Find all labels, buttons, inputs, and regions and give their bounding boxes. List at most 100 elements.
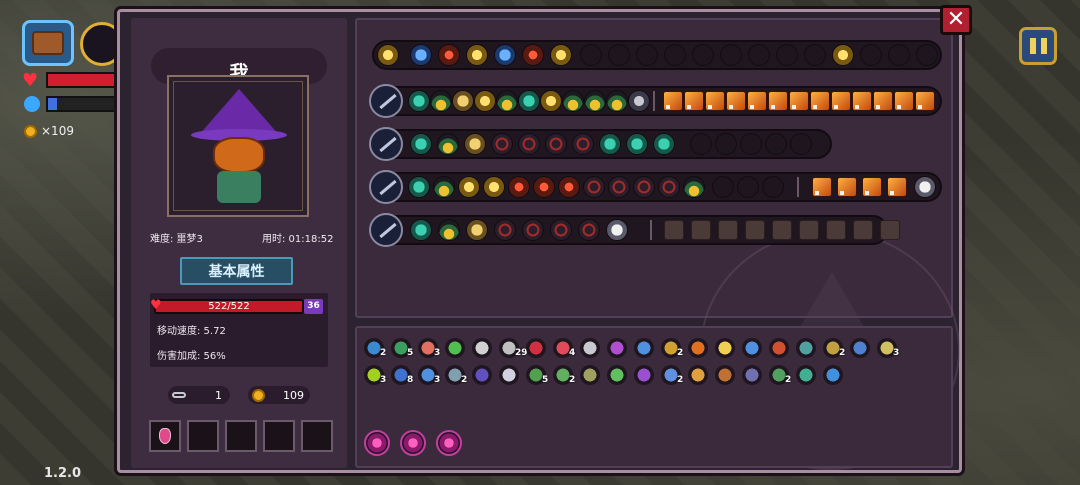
skill-chip[interactable] <box>433 176 455 198</box>
skill-chip[interactable] <box>410 133 432 155</box>
skill-card[interactable] <box>837 177 857 197</box>
skill-chip[interactable] <box>496 90 518 112</box>
relic-icon[interactable] <box>522 44 544 66</box>
relic-icon[interactable] <box>494 44 516 66</box>
relic-icon[interactable] <box>466 44 488 66</box>
close-button[interactable]: ✕ <box>940 5 972 35</box>
empty-relic-slot[interactable] <box>692 44 714 66</box>
skill-chip[interactable] <box>458 176 480 198</box>
skill-chip[interactable] <box>518 133 540 155</box>
skill-card[interactable] <box>894 91 914 111</box>
skill-card[interactable] <box>887 177 907 197</box>
locked-skill-card[interactable] <box>880 220 900 240</box>
empty-skill-slot[interactable] <box>762 176 784 198</box>
inventory-item[interactable] <box>688 365 708 385</box>
rune-icon[interactable] <box>364 430 390 456</box>
skill-card[interactable] <box>873 91 893 111</box>
empty-relic-slot[interactable] <box>776 44 798 66</box>
skill-chip[interactable] <box>653 133 675 155</box>
inventory-item[interactable] <box>742 338 762 358</box>
relic-icon[interactable] <box>410 44 432 66</box>
skill-card[interactable] <box>810 91 830 111</box>
empty-skill-slot[interactable] <box>765 133 787 155</box>
skill-chip[interactable] <box>683 176 705 198</box>
skill-chip[interactable] <box>410 219 432 241</box>
skill-chip[interactable] <box>518 90 540 112</box>
inventory-item[interactable] <box>580 338 600 358</box>
skill-chip[interactable] <box>578 219 600 241</box>
skill-card[interactable] <box>747 91 767 111</box>
inventory-item[interactable] <box>607 365 627 385</box>
locked-skill-card[interactable] <box>772 220 792 240</box>
inventory-item[interactable] <box>526 338 546 358</box>
empty-skill-slot[interactable] <box>715 133 737 155</box>
skill-chip[interactable] <box>408 176 430 198</box>
skill-chip[interactable] <box>464 133 486 155</box>
chest-portrait-icon[interactable] <box>22 20 74 66</box>
inventory-item[interactable] <box>688 338 708 358</box>
skill-card[interactable] <box>684 91 704 111</box>
empty-relic-slot[interactable] <box>916 44 938 66</box>
empty-relic-slot[interactable] <box>664 44 686 66</box>
skill-chip[interactable] <box>474 90 496 112</box>
rune-icon[interactable] <box>436 430 462 456</box>
inventory-item[interactable] <box>715 365 735 385</box>
skill-card[interactable] <box>852 91 872 111</box>
empty-skill-slot[interactable] <box>712 176 734 198</box>
empty-relic-slot[interactable] <box>636 44 658 66</box>
relic-icon[interactable] <box>832 44 854 66</box>
skill-card[interactable] <box>862 177 882 197</box>
basic-stats-button[interactable]: 基本属性 <box>180 257 293 285</box>
empty-relic-slot[interactable] <box>804 44 826 66</box>
skill-chip[interactable] <box>550 219 572 241</box>
empty-relic-slot[interactable] <box>720 44 742 66</box>
consumable-slot-4[interactable] <box>263 420 295 452</box>
relic-icon[interactable] <box>550 44 572 66</box>
skill-chip[interactable] <box>584 90 606 112</box>
skill-chip[interactable] <box>437 133 459 155</box>
skill-chip[interactable] <box>583 176 605 198</box>
chest-relic-icon[interactable] <box>377 44 399 66</box>
inventory-item[interactable] <box>634 365 654 385</box>
inventory-item[interactable] <box>472 365 492 385</box>
skill-card[interactable] <box>768 91 788 111</box>
empty-skill-slot[interactable] <box>690 133 712 155</box>
skill-chip[interactable] <box>572 133 594 155</box>
inventory-item[interactable] <box>796 365 816 385</box>
locked-skill-card[interactable] <box>826 220 846 240</box>
consumable-slot-5[interactable] <box>301 420 333 452</box>
skill-card[interactable] <box>705 91 725 111</box>
empty-relic-slot[interactable] <box>608 44 630 66</box>
skill-chip[interactable] <box>408 90 430 112</box>
skill-card[interactable] <box>663 91 683 111</box>
locked-skill-card[interactable] <box>718 220 738 240</box>
inventory-item[interactable] <box>472 338 492 358</box>
inventory-item[interactable] <box>769 338 789 358</box>
skill-chip[interactable] <box>494 219 516 241</box>
relic-icon[interactable] <box>438 44 460 66</box>
skill-chip[interactable] <box>633 176 655 198</box>
locked-skill-card[interactable] <box>853 220 873 240</box>
empty-relic-slot[interactable] <box>888 44 910 66</box>
empty-relic-slot[interactable] <box>860 44 882 66</box>
inventory-item[interactable] <box>823 365 843 385</box>
locked-skill-card[interactable] <box>745 220 765 240</box>
skill-chip[interactable] <box>491 133 513 155</box>
inventory-item[interactable] <box>499 365 519 385</box>
skill-chip[interactable] <box>545 133 567 155</box>
weapon-staff-icon[interactable] <box>369 170 403 204</box>
skill-chip[interactable] <box>533 176 555 198</box>
pause-button[interactable] <box>1019 27 1057 65</box>
skill-chip[interactable] <box>452 90 474 112</box>
inventory-item[interactable] <box>742 365 762 385</box>
inventory-item[interactable] <box>580 365 600 385</box>
skill-chip[interactable] <box>914 176 936 198</box>
skill-chip[interactable] <box>540 90 562 112</box>
skill-card[interactable] <box>812 177 832 197</box>
skill-chip[interactable] <box>508 176 530 198</box>
skill-chip[interactable] <box>522 219 544 241</box>
inventory-item[interactable] <box>850 338 870 358</box>
skill-card[interactable] <box>789 91 809 111</box>
skill-chip[interactable] <box>606 90 628 112</box>
skill-chip[interactable] <box>658 176 680 198</box>
